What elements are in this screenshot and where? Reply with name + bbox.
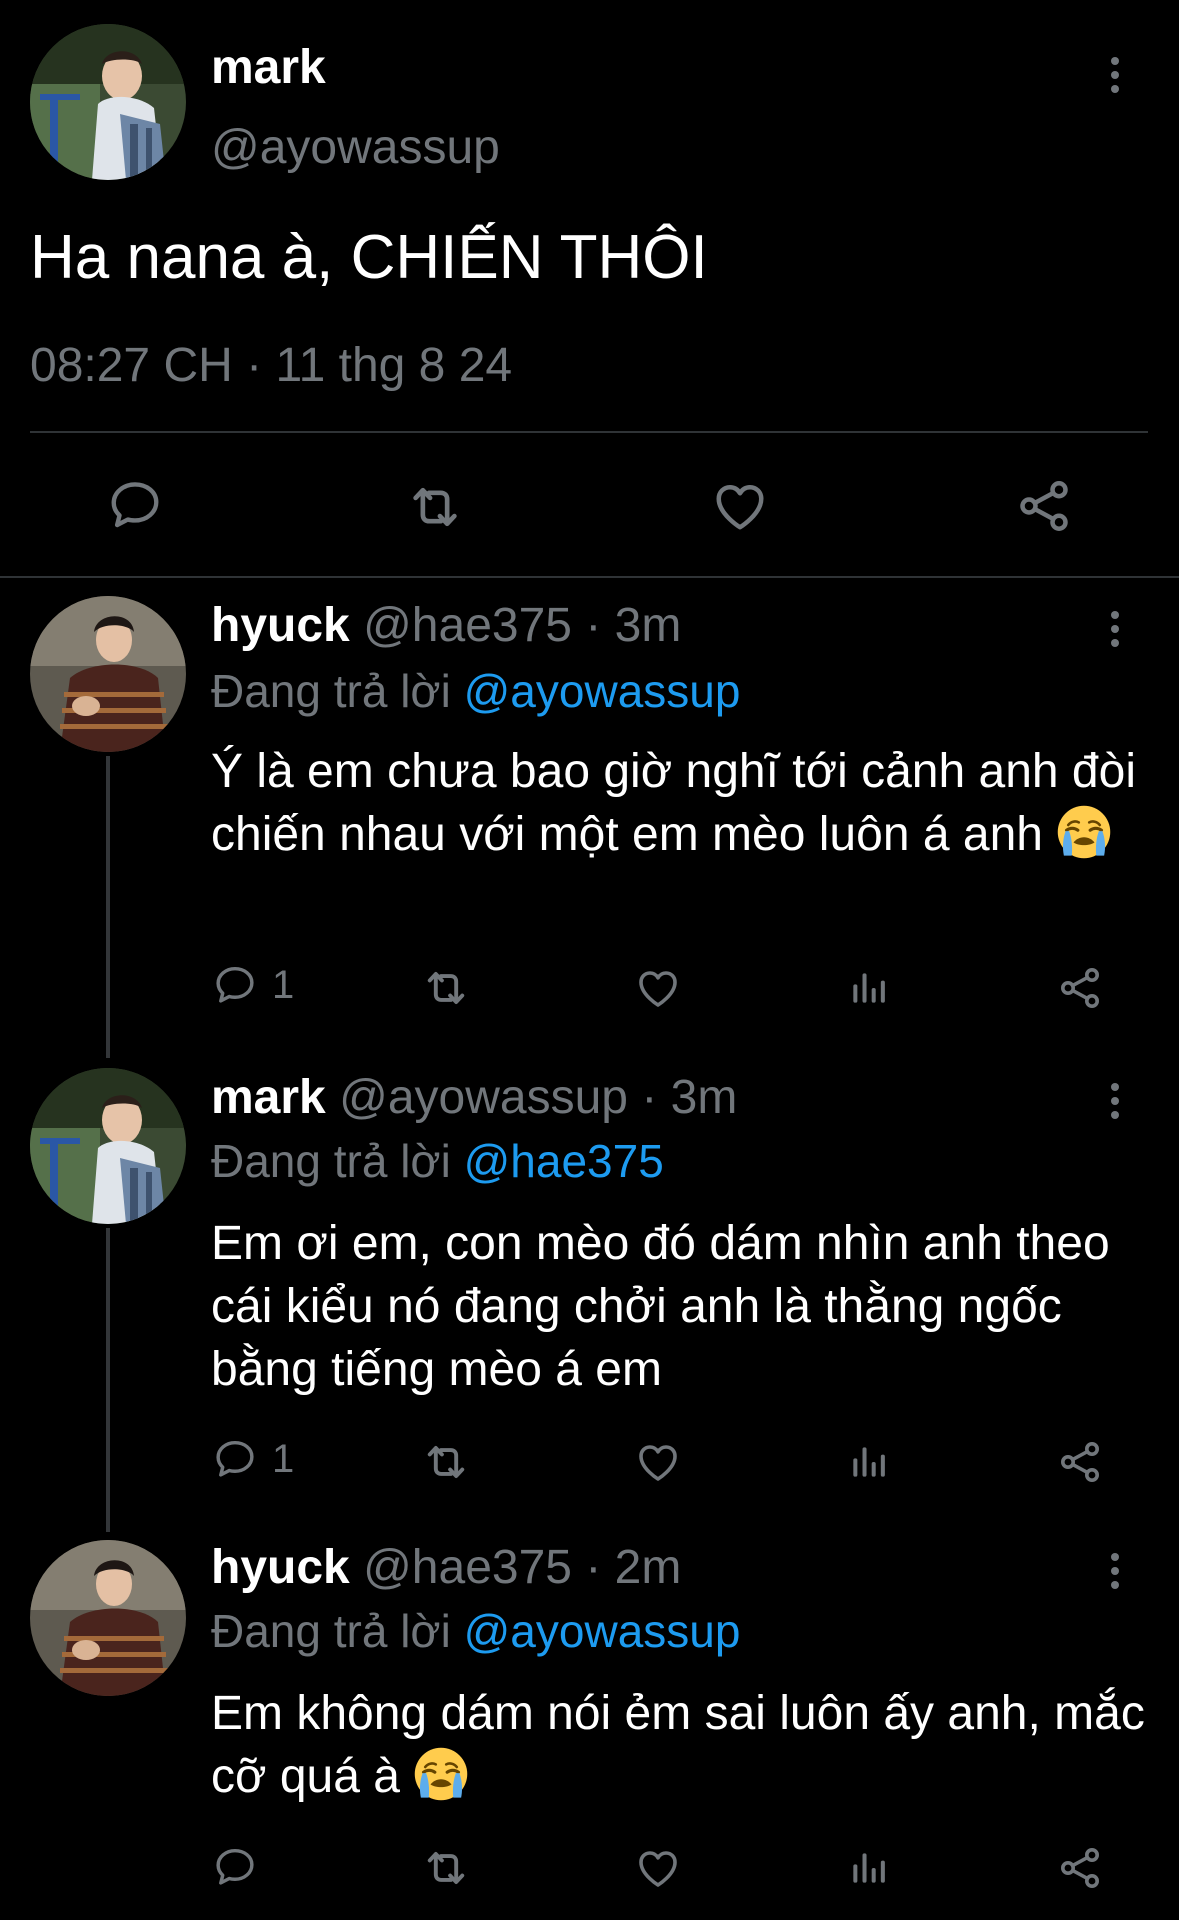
avatar[interactable] (30, 24, 186, 180)
replying-to: Đang trả lời @ayowassup (211, 1604, 740, 1658)
author-name[interactable]: hyuck (211, 1541, 350, 1594)
reply-text: Ý là em chưa bao giờ nghĩ tới cảnh anh đ… (211, 740, 1151, 866)
reply-header: hyuck @hae375 · 3m (211, 598, 681, 653)
separator-dot: · (585, 1541, 602, 1594)
reply-header: mark @ayowassup · 3m (211, 1070, 737, 1125)
replying-to: Đang trả lời @hae375 (211, 1134, 664, 1188)
tweet-text: Ha nana à, CHIẾN THÔI (30, 223, 708, 292)
reply-text: Em không dám nói ẻm sai luôn ấy anh, mắc… (211, 1682, 1151, 1808)
more-icon[interactable] (1095, 1546, 1135, 1596)
views-icon[interactable] (846, 1440, 890, 1484)
divider (0, 576, 1179, 578)
like-icon[interactable] (634, 1438, 682, 1486)
reply-count: 1 (272, 1436, 295, 1481)
reply-header: hyuck @hae375 · 2m (211, 1540, 681, 1595)
replying-label: Đang trả lời (211, 665, 451, 717)
like-icon[interactable] (634, 964, 682, 1012)
like-icon[interactable] (634, 1844, 682, 1892)
loudly-crying-face-icon (1056, 804, 1112, 860)
reply-icon[interactable]: 1 (212, 962, 294, 1008)
author-handle[interactable]: @ayowassup (339, 1071, 628, 1124)
mention-link[interactable]: @ayowassup (464, 665, 741, 717)
reply-text-content: Em không dám nói ẻm sai luôn ấy anh, mắc… (211, 1687, 1145, 1803)
more-icon[interactable] (1095, 50, 1135, 100)
more-icon[interactable] (1095, 604, 1135, 654)
retweet-icon[interactable] (404, 476, 466, 538)
separator-dot: · (641, 1071, 658, 1124)
avatar[interactable] (30, 1540, 186, 1696)
author-handle[interactable]: @ayowassup (211, 120, 500, 175)
tweet-time: 08:27 CH (30, 339, 233, 392)
avatar[interactable] (30, 596, 186, 752)
separator-dot: · (585, 599, 602, 652)
reply-text-content: Ý là em chưa bao giờ nghĩ tới cảnh anh đ… (211, 745, 1136, 861)
share-icon[interactable] (1014, 476, 1074, 536)
reply-icon[interactable]: 1 (212, 1436, 294, 1482)
mention-link[interactable]: @hae375 (464, 1135, 664, 1187)
loudly-crying-face-icon (413, 1746, 469, 1802)
share-icon[interactable] (1056, 1844, 1104, 1892)
replying-label: Đang trả lời (211, 1605, 451, 1657)
more-icon[interactable] (1095, 1076, 1135, 1126)
reply-icon[interactable] (106, 476, 164, 534)
reply-age[interactable]: 3m (615, 599, 682, 652)
replying-to: Đang trả lời @ayowassup (211, 664, 740, 718)
share-icon[interactable] (1056, 964, 1104, 1012)
retweet-icon[interactable] (420, 962, 472, 1014)
avatar[interactable] (30, 1068, 186, 1224)
reply-text: Em ơi em, con mèo đó dám nhìn anh theo c… (211, 1217, 1110, 1396)
tweet-date: 11 thg 8 24 (275, 339, 513, 392)
replying-label: Đang trả lời (211, 1135, 451, 1187)
reply-icon[interactable] (212, 1844, 272, 1890)
retweet-icon[interactable] (420, 1842, 472, 1894)
author-handle[interactable]: @hae375 (363, 599, 572, 652)
views-icon[interactable] (846, 966, 890, 1010)
thread-line (106, 756, 110, 1058)
separator-dot: · (246, 339, 263, 392)
retweet-icon[interactable] (420, 1436, 472, 1488)
share-icon[interactable] (1056, 1438, 1104, 1486)
reply-age[interactable]: 3m (671, 1071, 738, 1124)
reply-age[interactable]: 2m (615, 1541, 682, 1594)
tweet-timestamp[interactable]: 08:27 CH · 11 thg 8 24 (30, 338, 512, 393)
author-name[interactable]: mark (211, 1071, 326, 1124)
reply-count: 1 (272, 962, 295, 1007)
author-name[interactable]: hyuck (211, 599, 350, 652)
author-handle[interactable]: @hae375 (363, 1541, 572, 1594)
author-name[interactable]: mark (211, 40, 326, 95)
thread-line (106, 1228, 110, 1532)
mention-link[interactable]: @ayowassup (464, 1605, 741, 1657)
like-icon[interactable] (710, 476, 770, 536)
views-icon[interactable] (846, 1846, 890, 1890)
divider (30, 431, 1148, 433)
